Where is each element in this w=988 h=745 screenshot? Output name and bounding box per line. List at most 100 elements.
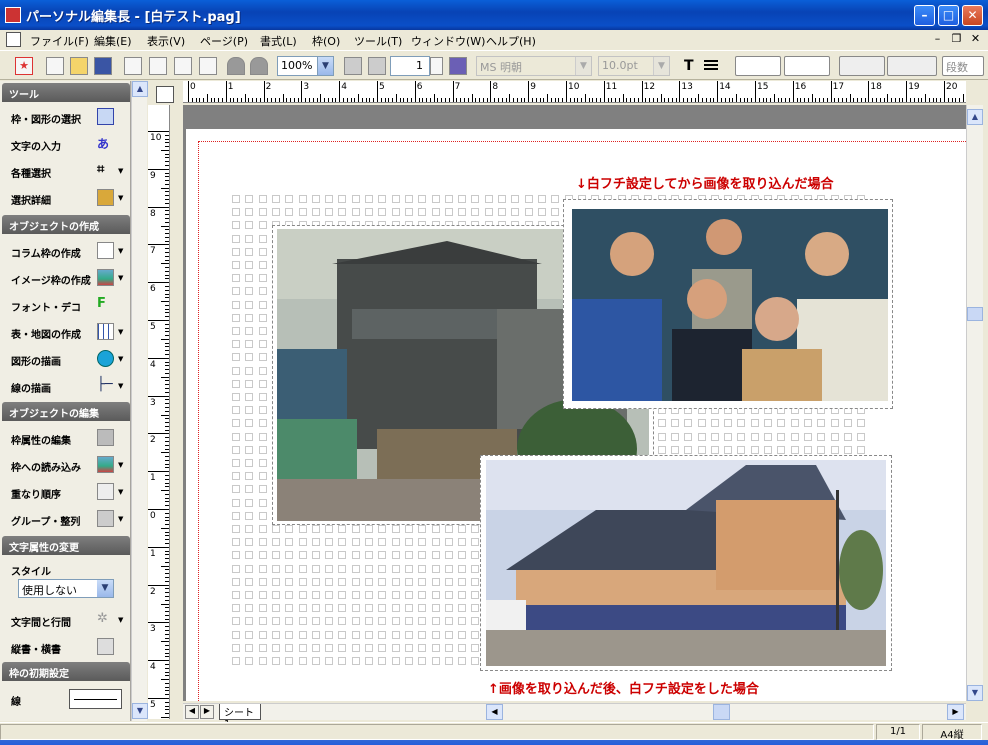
scroll-left-icon[interactable]: ◀ [486,704,503,720]
chevron-down-icon[interactable]: ▼ [118,247,123,255]
document-canvas[interactable]: ↓白フチ設定してから画像を取り込んだ場合 ↑画像を取り込んだ後、白フチ設定をした… [183,105,966,701]
tool-column-frame[interactable]: コラム枠の作成 ▼ [11,239,129,265]
font-size-select[interactable]: 10.0pt ▼ [598,56,670,76]
tool-shape-draw[interactable]: 図形の描画 ▼ [11,347,129,373]
ruler-v-tick [165,573,169,575]
tool-writing-direction[interactable]: 縦書・横書 [11,635,129,661]
prev-page-icon[interactable] [344,57,362,75]
shape-a-icon[interactable] [227,57,245,75]
chevron-down-icon[interactable]: ▼ [118,328,123,336]
chevron-down-icon[interactable]: ▼ [118,194,123,202]
scroll-right-icon[interactable]: ▶ [947,704,964,720]
align-icon[interactable] [704,60,718,72]
chevron-down-icon[interactable]: ▼ [653,57,669,75]
canvas-vertical-scrollbar[interactable]: ▲ ▼ [966,105,983,701]
style-select[interactable]: 使用しない ▼ [18,579,114,598]
page-spinner-icon[interactable] [430,57,443,75]
shape-b-icon[interactable] [250,57,268,75]
chevron-down-icon[interactable]: ▼ [118,167,123,175]
scroll-up-icon[interactable]: ▲ [132,81,148,97]
line-style-select[interactable] [887,56,937,76]
ruler-h-label: 13 [681,82,693,92]
close-button[interactable]: ✕ [962,5,983,26]
app-icon[interactable] [5,7,21,23]
chevron-down-icon[interactable]: ▼ [118,461,123,469]
tool-font-deco[interactable]: フォント・デコ F [11,293,129,319]
menu-file[interactable]: ファイル(F) [30,33,89,49]
chevron-down-icon[interactable]: ▼ [118,488,123,496]
tool-text-input[interactable]: 文字の入力 あ [11,132,129,158]
ruler-h-tick [573,98,575,102]
vertical-scroll-thumb[interactable] [967,307,983,321]
tool-select-detail[interactable]: 選択詳細 ▼ [11,186,129,212]
color-picker-a[interactable] [735,56,781,76]
panel-scrollbar[interactable]: ▲ ▼ [131,81,148,721]
page-jump-icon[interactable] [449,57,467,75]
chevron-down-icon[interactable]: ▼ [118,515,123,523]
chevron-down-icon[interactable]: ▼ [118,382,123,390]
sheet-tab[interactable]: シート1 [219,704,261,730]
chevron-down-icon[interactable]: ▼ [317,57,333,75]
print-preview-icon[interactable] [174,57,192,75]
print-icon[interactable] [124,57,142,75]
binoculars-icon[interactable] [149,57,167,75]
font-name-select[interactable]: MS 明朝 ▼ [476,56,592,76]
tool-table-map[interactable]: 表・地図の作成 ▼ [11,320,129,346]
scroll-down-icon[interactable]: ▼ [967,685,983,701]
open-folder-icon[interactable] [70,57,88,75]
ruler-h-tick [925,94,927,102]
scroll-down-icon[interactable]: ▼ [132,703,148,719]
mdi-restore-icon[interactable]: ❐ [950,33,963,46]
ruler-corner-button[interactable] [156,86,174,103]
save-icon[interactable] [94,57,112,75]
horizontal-scroll-thumb[interactable] [713,704,730,720]
tab-prev-icon[interactable]: ◀ [185,705,199,719]
tool-char-spacing[interactable]: 文字間と行間 ✲ ▼ [11,608,129,634]
maximize-button[interactable]: □ [938,5,959,26]
tool-line-draw[interactable]: 線の描画 ├─ ▼ [11,374,129,400]
menu-format[interactable]: 書式(L) [260,33,297,49]
minimize-button[interactable]: – [914,5,935,26]
tab-next-icon[interactable]: ▶ [200,705,214,719]
menu-page[interactable]: ページ(P) [200,33,248,49]
grid-icon[interactable] [199,57,217,75]
document-icon[interactable] [6,32,21,47]
tool-group-align[interactable]: グループ・整列 ▼ [11,507,129,533]
page-number-field[interactable]: 1 [390,56,430,76]
line-preview[interactable] [69,689,122,709]
color-picker-b[interactable] [784,56,830,76]
grid-cell [338,208,347,217]
mdi-minimize-icon[interactable]: – [931,33,944,46]
tool-various-select[interactable]: 各種選択 ⌗ ▼ [11,159,129,185]
menu-frame[interactable]: 枠(O) [312,33,340,49]
tool-stack-order[interactable]: 重なり順序 ▼ [11,480,129,506]
chevron-down-icon[interactable]: ▼ [118,274,123,282]
menu-edit[interactable]: 編集(E) [94,33,132,49]
scroll-up-icon[interactable]: ▲ [967,109,983,125]
mdi-close-icon[interactable]: ✕ [969,33,982,46]
grid-cell [391,551,400,560]
chevron-down-icon[interactable]: ▼ [118,355,123,363]
zoom-select[interactable]: 100% ▼ [277,56,334,76]
columns-button[interactable]: 段数 [942,56,984,76]
star-icon[interactable]: ★ [15,57,33,75]
tool-frame-import[interactable]: 枠への読み込み ▼ [11,453,129,479]
menu-tools[interactable]: ツール(T) [354,33,402,49]
chevron-down-icon[interactable]: ▼ [575,57,591,75]
menu-help[interactable]: ヘルプ(H) [486,33,536,49]
tool-select-frame[interactable]: 枠・図形の選択 [11,105,129,131]
menu-view[interactable]: 表示(V) [147,33,185,49]
bold-text-icon[interactable]: T [684,58,694,74]
tool-frame-attributes[interactable]: 枠属性の編集 [11,426,129,452]
new-document-icon[interactable] [46,57,64,75]
chevron-down-icon[interactable]: ▼ [118,616,123,624]
fill-style-select[interactable] [839,56,885,76]
menu-window[interactable]: ウィンドウ(W) [411,33,485,49]
tool-label: 文字間と行間 [11,618,71,629]
tool-image-frame[interactable]: イメージ枠の作成 ▼ [11,266,129,292]
next-page-icon[interactable] [368,57,386,75]
chevron-down-icon[interactable]: ▼ [97,580,113,597]
ruler-h-tick [732,98,734,102]
ruler-v-tick [165,652,169,654]
grid-cell [258,300,267,309]
